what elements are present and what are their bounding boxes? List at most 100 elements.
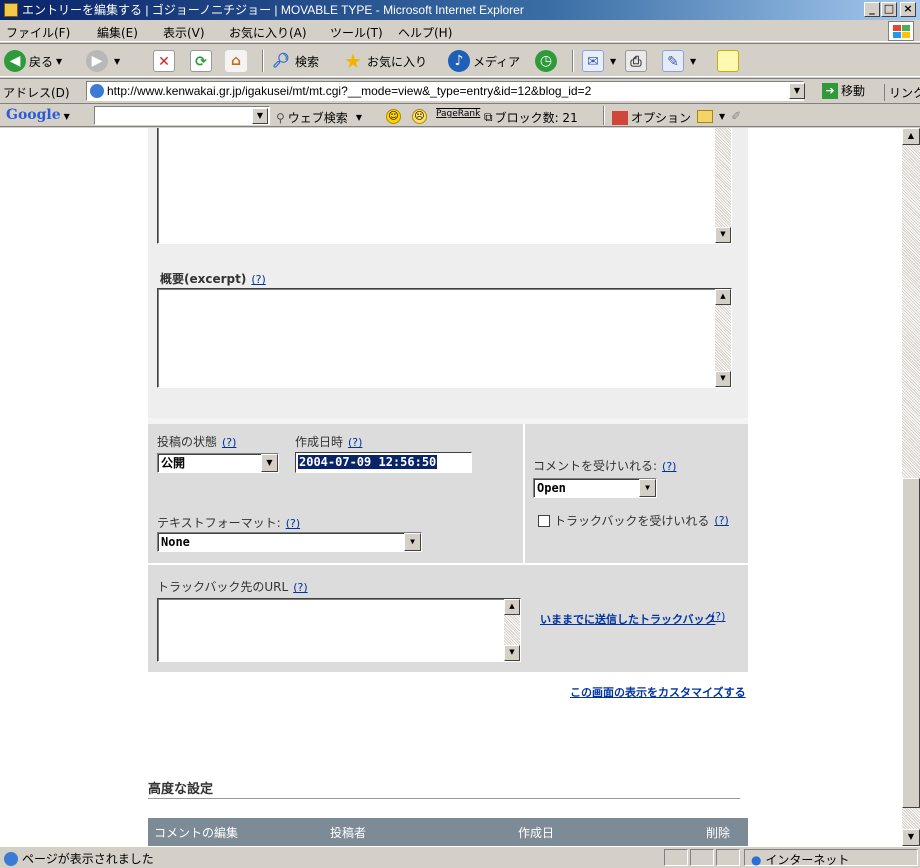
format-help-link[interactable]: (?) [286, 517, 300, 530]
refresh-button[interactable]: ⟳ [190, 49, 215, 73]
close-button[interactable]: × [900, 2, 916, 17]
trackback-url-textarea[interactable]: ▲ ▼ [157, 598, 521, 662]
favorites-button[interactable]: ★ お気に入り [342, 49, 427, 73]
excerpt-textarea[interactable]: ▲ ▼ [157, 288, 732, 388]
comments-value: Open [537, 481, 566, 495]
scroll-up-arrow-icon[interactable]: ▲ [715, 289, 731, 305]
chevron-down-icon: ▼ [610, 56, 617, 66]
scroll-down-arrow-icon[interactable]: ▼ [715, 227, 731, 243]
popup-blocker[interactable]: ⧉ ブロック数: 21 [484, 109, 578, 126]
globe-icon: ● [751, 853, 762, 867]
stop-button[interactable]: ✕ [153, 49, 178, 73]
address-dropdown-button[interactable]: ▼ [789, 83, 805, 99]
created-date-input[interactable]: 2004-07-09 12:56:50 [295, 452, 472, 473]
trackback-accept-help-link[interactable]: (?) [714, 514, 728, 527]
comments-table-header: コメントの編集 投稿者 作成日 削除 [148, 818, 748, 846]
main-text-textarea[interactable]: ▼ [157, 128, 732, 244]
go-button[interactable]: ➔ 移動 [822, 82, 865, 99]
menu-help[interactable]: ヘルプ(H) [398, 24, 452, 41]
web-search-label: ウェブ検索 [287, 111, 348, 125]
textarea-scrollbar[interactable]: ▲ ▼ [715, 289, 731, 387]
sent-trackbacks-help-link[interactable]: (?) [711, 610, 725, 623]
go-arrow-icon: ➔ [822, 82, 838, 99]
customize-screen-link[interactable]: この画面の表示をカスタマイズする [570, 684, 746, 700]
back-label: 戻る [29, 54, 54, 69]
trackback-accept-checkbox[interactable] [538, 514, 550, 527]
ie-app-icon [4, 3, 18, 17]
scroll-thumb[interactable] [902, 478, 920, 808]
page-loaded-icon [4, 851, 18, 866]
history-icon: ◷ [535, 50, 557, 72]
page-scrollbar[interactable]: ▲ ▼ [902, 128, 920, 846]
edit-button[interactable]: ✎ ▼ [662, 49, 696, 73]
history-button[interactable]: ◷ [535, 49, 560, 73]
textarea-scrollbar[interactable]: ▼ [715, 128, 731, 243]
vote-sad-button[interactable]: ☹ [412, 109, 427, 124]
address-bar: アドレス(D) http://www.kenwakai.gr.jp/igakus… [0, 78, 920, 102]
page-icon [90, 84, 104, 98]
advanced-settings-heading: 高度な設定 [148, 782, 214, 797]
links-button[interactable]: リンク [884, 84, 920, 101]
menu-file[interactable]: ファイル(F) [6, 24, 70, 41]
menu-edit[interactable]: 編集(E) [97, 24, 138, 41]
status-help-link[interactable]: (?) [222, 436, 236, 449]
status-panel-slot [716, 849, 740, 866]
status-label-row: 投稿の状態 (?) [157, 433, 236, 450]
trackback-accept-label: トラックバックを受けいれる [554, 514, 710, 528]
chevron-down-icon: ▼ [355, 113, 362, 122]
chevron-down-icon[interactable]: ▼ [261, 454, 278, 472]
chevron-down-icon[interactable]: ▼ [639, 479, 656, 497]
vote-happy-button[interactable]: ☺ [386, 109, 401, 124]
menu-tools[interactable]: ツール(T) [330, 24, 383, 41]
media-button[interactable]: ♪ メディア [448, 49, 520, 73]
home-button[interactable]: ⌂ [225, 49, 250, 73]
forward-arrow-icon: ▶ [86, 50, 108, 72]
folder-button[interactable]: ▼ ✐ [697, 109, 741, 123]
status-select[interactable]: 公開 ▼ [157, 453, 279, 473]
trackback-url-help-link[interactable]: (?) [293, 581, 307, 594]
menu-favorites[interactable]: お気に入り(A) [229, 24, 307, 41]
mail-button[interactable]: ✉ ▼ [582, 49, 616, 73]
folder-icon [697, 109, 713, 123]
heading-underline [148, 798, 740, 799]
scroll-up-arrow-icon[interactable]: ▲ [504, 599, 520, 615]
windows-logo-icon [888, 21, 914, 41]
web-search-button[interactable]: ⚲ ウェブ検索 ▼ [276, 109, 362, 126]
comments-label-row: コメントを受けいれる: (?) [533, 457, 676, 474]
search-button[interactable]: 🔎︎ 検索 [270, 49, 319, 73]
address-input[interactable]: http://www.kenwakai.gr.jp/igakusei/mt/mt… [86, 81, 804, 101]
scroll-down-arrow-icon[interactable]: ▼ [715, 371, 731, 387]
options-button[interactable]: オプション [612, 109, 691, 126]
scroll-down-arrow-icon[interactable]: ▼ [902, 829, 920, 846]
go-label: 移動 [841, 84, 866, 98]
maximize-button[interactable]: □ [881, 2, 897, 17]
text-format-select[interactable]: None ▼ [157, 532, 422, 552]
toolbar-separator [603, 106, 605, 125]
pagerank-indicator[interactable]: PageRank [436, 109, 483, 119]
menu-view[interactable]: 表示(V) [163, 24, 205, 41]
comments-help-link[interactable]: (?) [662, 460, 676, 473]
trackback-url-label-row: トラックバック先のURL (?) [157, 578, 308, 595]
chevron-down-icon: ▼ [63, 111, 70, 121]
status-panel-slot [664, 849, 688, 866]
google-logo[interactable]: Google ▼ [6, 107, 70, 123]
excerpt-help-link[interactable]: (?) [251, 273, 265, 286]
messenger-button[interactable] [717, 49, 742, 73]
scroll-up-arrow-icon[interactable]: ▲ [902, 128, 920, 145]
google-search-input[interactable] [94, 106, 270, 125]
popup-blocker-icon: ⧉ [484, 110, 493, 124]
comments-select[interactable]: Open ▼ [533, 478, 657, 498]
back-button[interactable]: ◀ 戻る ▼ [4, 49, 62, 73]
textarea-scrollbar[interactable]: ▲ ▼ [504, 599, 520, 661]
chevron-down-icon[interactable]: ▼ [404, 533, 421, 551]
sent-trackbacks-link[interactable]: いままでに送信したトラックバック [540, 611, 715, 627]
created-help-link[interactable]: (?) [348, 436, 362, 449]
google-search-dropdown[interactable]: ▼ [252, 108, 268, 124]
toolbar-separator [572, 50, 574, 72]
google-logo-text: Google [6, 107, 61, 123]
forward-button[interactable]: ▶ ▼ [86, 49, 120, 73]
minimize-button[interactable]: _ [864, 2, 880, 17]
scroll-down-arrow-icon[interactable]: ▼ [504, 645, 520, 661]
highlighter-icon: ✐ [731, 109, 742, 123]
print-button[interactable]: ⎙ [625, 49, 650, 73]
